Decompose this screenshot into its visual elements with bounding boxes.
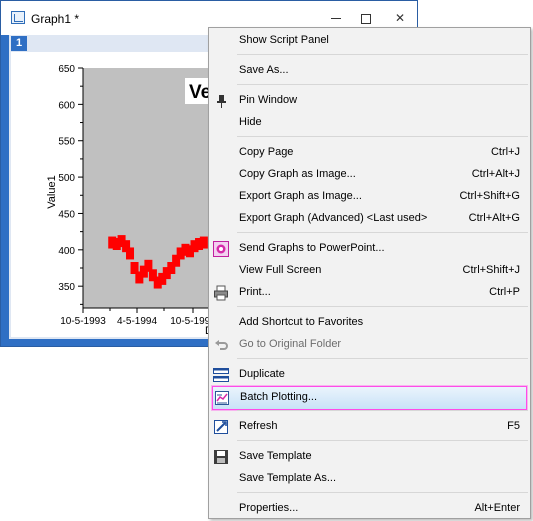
y-tick-label: 650 — [58, 64, 75, 75]
y-tick-label: 550 — [58, 137, 75, 148]
menu-separator — [237, 136, 528, 137]
y-tick-label: 450 — [58, 209, 75, 220]
pin-icon — [217, 95, 226, 108]
menu-item-duplicate[interactable]: Duplicate — [209, 364, 530, 386]
menu-separator — [237, 54, 528, 55]
menu-separator — [237, 84, 528, 85]
minimize-button[interactable] — [321, 7, 351, 29]
graph-window-icon — [11, 11, 25, 24]
menu-item-show-script-panel[interactable]: Show Script Panel — [209, 30, 530, 52]
save-template-icon — [214, 450, 228, 464]
x-axis: 10-5-1993 4-5-1994 10-5-1994 — [60, 307, 223, 327]
menu-item-save-template-as[interactable]: Save Template As... — [209, 468, 530, 490]
y-tick-label: 500 — [58, 173, 75, 184]
menu-item-export-graph-advanced[interactable]: Export Graph (Advanced) <Last used> Ctrl… — [209, 208, 530, 230]
menu-item-hide[interactable]: Hide — [209, 112, 530, 134]
batch-plotting-icon — [215, 391, 229, 405]
menu-item-pin-window[interactable]: Pin Window — [209, 90, 530, 112]
y-tick-label: 600 — [58, 100, 75, 111]
undo-folder-icon — [215, 340, 228, 350]
close-icon: ✕ — [394, 11, 406, 25]
menu-item-go-to-original-folder[interactable]: Go to Original Folder — [209, 334, 530, 356]
powerpoint-icon — [213, 241, 229, 257]
context-menu: Show Script Panel Save As... Pin Window … — [208, 27, 531, 519]
menu-item-refresh[interactable]: Refresh F5 — [209, 416, 530, 438]
menu-item-print[interactable]: Print... Ctrl+P — [209, 282, 530, 304]
data-point — [199, 236, 208, 249]
close-button[interactable]: ✕ — [385, 7, 415, 29]
menu-separator — [237, 358, 528, 359]
maximize-button[interactable] — [351, 7, 381, 29]
menu-item-copy-graph-as-image[interactable]: Copy Graph as Image... Ctrl+Alt+J — [209, 164, 530, 186]
menu-item-copy-page[interactable]: Copy Page Ctrl+J — [209, 142, 530, 164]
layer-tab[interactable]: 1 — [11, 36, 27, 51]
menu-item-save-as[interactable]: Save As... — [209, 60, 530, 82]
menu-separator — [237, 306, 528, 307]
menu-item-send-to-powerpoint[interactable]: Send Graphs to PowerPoint... — [209, 238, 530, 260]
menu-separator — [237, 410, 528, 411]
y-axis: 350 400 450 500 550 600 650 — [58, 64, 84, 308]
menu-item-add-shortcut-to-favorites[interactable]: Add Shortcut to Favorites — [209, 312, 530, 334]
refresh-icon — [214, 420, 228, 434]
menu-item-view-full-screen[interactable]: View Full Screen Ctrl+Shift+J — [209, 260, 530, 282]
x-tick-label: 4-5-1994 — [117, 316, 157, 327]
window-title: Graph1 * — [31, 12, 80, 26]
duplicate-icon — [213, 368, 229, 382]
data-point — [126, 247, 135, 260]
menu-item-batch-plotting[interactable]: Batch Plotting... — [212, 386, 527, 410]
menu-separator — [237, 232, 528, 233]
minimize-icon — [331, 18, 341, 20]
menu-separator — [237, 440, 528, 441]
menu-item-export-graph-as-image[interactable]: Export Graph as Image... Ctrl+Shift+G — [209, 186, 530, 208]
y-axis-label: Value1 — [46, 175, 58, 208]
menu-item-save-template[interactable]: Save Template — [209, 446, 530, 468]
menu-separator — [237, 492, 528, 493]
y-tick-label: 400 — [58, 246, 75, 257]
x-tick-label: 10-5-1993 — [60, 316, 106, 327]
y-tick-label: 350 — [58, 282, 75, 293]
maximize-icon — [361, 13, 371, 24]
printer-icon — [214, 285, 228, 301]
menu-item-properties[interactable]: Properties... Alt+Enter — [209, 498, 530, 520]
